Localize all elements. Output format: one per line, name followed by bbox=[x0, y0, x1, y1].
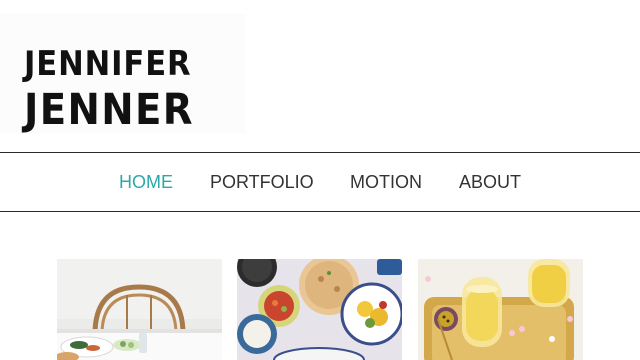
nav-item-home[interactable]: HOME bbox=[119, 172, 173, 193]
nav-item-about[interactable]: ABOUT bbox=[459, 172, 521, 193]
gallery-thumbnail-citrus-drinks[interactable] bbox=[418, 259, 583, 360]
nav-item-portfolio[interactable]: PORTFOLIO bbox=[210, 172, 314, 193]
table-setting-photo bbox=[57, 259, 222, 360]
logo-line-second: JENNER bbox=[24, 85, 194, 135]
main-navigation: HOME PORTFOLIO MOTION ABOUT bbox=[0, 152, 640, 212]
logo-line-first: JENNIFER bbox=[24, 44, 192, 84]
site-logo[interactable]: JENNIFER JENNER bbox=[0, 14, 246, 135]
gallery-thumbnail-brunch-spread[interactable] bbox=[237, 259, 402, 360]
citrus-drinks-photo bbox=[418, 259, 583, 360]
nav-item-motion[interactable]: MOTION bbox=[350, 172, 422, 193]
brunch-spread-photo bbox=[237, 259, 402, 360]
gallery-thumbnail-table-setting[interactable] bbox=[57, 259, 222, 360]
